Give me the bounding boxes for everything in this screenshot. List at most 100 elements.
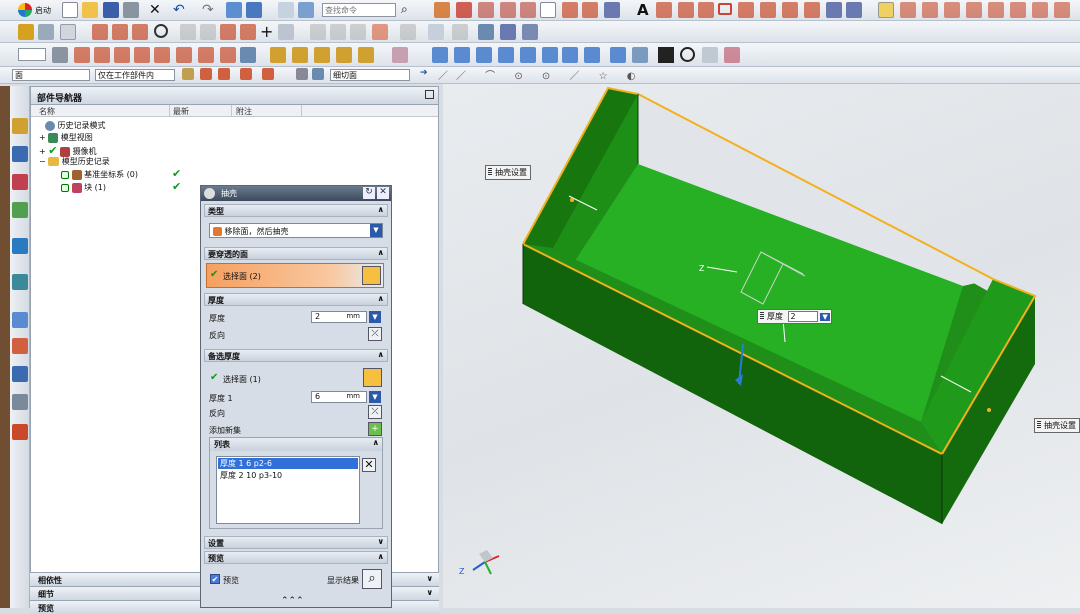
bridge-edge-icon[interactable] — [198, 47, 214, 63]
search-icon[interactable]: ⌕ — [401, 2, 408, 17]
preview-checkbox[interactable]: ✔ — [210, 574, 220, 584]
maximize-icon[interactable] — [425, 90, 434, 99]
line-tool-icon[interactable] — [656, 2, 672, 18]
list-item[interactable]: 厚度 2 10 p3-10 — [218, 470, 358, 481]
section-type[interactable]: 类型 ∧ — [204, 204, 388, 217]
tube-edge-icon[interactable] — [134, 47, 150, 63]
select-feature-icon[interactable] — [262, 68, 274, 80]
pattern-icon[interactable] — [604, 2, 620, 18]
alternate-solution-icon[interactable] — [522, 24, 538, 40]
chevron-down-icon[interactable]: ∨ — [427, 588, 434, 597]
list-item[interactable]: 厚度 1 6 p2-6 — [218, 458, 358, 469]
split-body-icon[interactable] — [584, 47, 600, 63]
arc-icon[interactable] — [478, 2, 494, 18]
app-logo-icon[interactable] — [18, 3, 32, 17]
layer-select[interactable] — [18, 48, 46, 61]
loop-draw-icon[interactable] — [1032, 2, 1048, 18]
save-icon[interactable] — [103, 2, 119, 18]
text-tool-icon[interactable]: A — [637, 1, 649, 19]
chevron-up-icon[interactable]: ∧ — [378, 248, 385, 257]
arc-tool-icon[interactable] — [678, 2, 694, 18]
cylinder-icon[interactable] — [292, 47, 308, 63]
corner-feature-icon[interactable] — [240, 24, 256, 40]
clock-icon[interactable] — [12, 312, 28, 328]
reuse-library-icon[interactable] — [12, 202, 28, 218]
undo-icon[interactable]: ↶ — [173, 2, 185, 18]
dimension-tool-icon[interactable] — [846, 2, 862, 18]
spline-icon[interactable] — [500, 2, 516, 18]
tree-row-datum-csys[interactable]: 基准坐标系 (0) — [61, 169, 138, 180]
shell-settings-tag-right[interactable]: 抽壳设置 — [1034, 418, 1080, 433]
expand-icon[interactable]: + — [39, 133, 46, 142]
alt-thickness-input[interactable]: 6 mm — [311, 391, 367, 403]
tree-row-history-mode[interactable]: 历史记录模式 — [45, 120, 106, 131]
chevron-up-icon[interactable]: ∧ — [378, 294, 385, 303]
trim-icon[interactable] — [562, 2, 578, 18]
type-filter-select[interactable]: 面 — [12, 69, 90, 81]
section-settings[interactable]: 设置 ∨ — [204, 536, 388, 549]
circle-view-icon[interactable] — [680, 47, 695, 62]
system-scene-icon[interactable] — [12, 394, 28, 410]
snap-point-icon[interactable]: ➔ — [420, 68, 428, 78]
cube-view-icon[interactable] — [226, 2, 242, 18]
draft-icon[interactable] — [498, 47, 514, 63]
direct-sketch-icon[interactable] — [60, 24, 76, 40]
circle-feature-icon[interactable] — [154, 24, 168, 38]
pattern-curve-icon[interactable] — [330, 24, 346, 40]
tree-row-model-views[interactable]: + 模型视图 — [39, 132, 93, 143]
thickness-onscreen-input[interactable]: 厚度 2 ▼ — [757, 309, 833, 324]
alt-select-label[interactable]: 选择面 (1) — [223, 374, 261, 385]
quick-trim-icon[interactable] — [372, 24, 388, 40]
new-file-icon[interactable] — [62, 2, 78, 18]
chevron-up-icon[interactable]: ∧ — [378, 205, 385, 214]
line-draw-icon[interactable] — [900, 2, 916, 18]
section-thickness[interactable]: 厚度 ∧ — [204, 293, 388, 306]
dialog-gear-icon[interactable] — [204, 188, 215, 199]
hole-icon[interactable] — [358, 47, 374, 63]
shell-model-svg[interactable] — [443, 84, 1080, 608]
alt-thickness-options-icon[interactable]: ▼ — [369, 391, 381, 403]
offset-tool-icon[interactable] — [760, 2, 776, 18]
offset-curve-icon[interactable] — [310, 24, 326, 40]
sketch-icon[interactable] — [434, 2, 450, 18]
thickness-input[interactable]: 2 mm — [311, 311, 367, 323]
chevron-down-icon[interactable]: ∨ — [378, 537, 385, 546]
column-note[interactable]: 附注 — [236, 106, 252, 117]
window-icon[interactable] — [278, 2, 294, 18]
extend-icon[interactable] — [582, 2, 598, 18]
circle-tool-icon[interactable] — [698, 2, 714, 18]
add-new-set-button[interactable]: + — [368, 422, 382, 436]
onscreen-thickness-value[interactable]: 2 — [787, 311, 818, 322]
filter-icon[interactable] — [182, 68, 194, 80]
web-browser-icon[interactable] — [12, 238, 28, 254]
point-add-icon[interactable]: + — [260, 22, 273, 41]
chamfer-icon[interactable] — [476, 47, 492, 63]
tree-row-block[interactable]: 块 (1) — [61, 182, 106, 193]
select-edges-icon[interactable] — [218, 68, 230, 80]
extrude-edge-icon[interactable] — [74, 47, 90, 63]
column-name[interactable]: 名称 — [39, 106, 55, 117]
trim-body-icon[interactable] — [220, 47, 236, 63]
profile-icon[interactable] — [92, 24, 108, 40]
boolean-icon[interactable] — [392, 47, 408, 63]
blend-icon[interactable] — [454, 47, 470, 63]
sketch-feature-icon[interactable] — [18, 24, 34, 40]
column-latest[interactable]: 最新 — [173, 106, 189, 117]
mirror-body-icon[interactable] — [610, 47, 626, 63]
delete-item-icon[interactable]: ✕ — [362, 458, 376, 472]
auto-constraint-icon[interactable] — [500, 24, 516, 40]
close-icon[interactable]: ✕ — [377, 187, 389, 199]
perp-draw-icon[interactable] — [966, 2, 982, 18]
close-icon[interactable]: ✕ — [149, 2, 161, 18]
checkbox-icon[interactable] — [61, 183, 69, 192]
reverse-direction-icon[interactable]: ⤫ — [368, 327, 382, 341]
scope-select[interactable]: 仅在工作部件内 — [95, 69, 175, 81]
shell-icon[interactable] — [432, 47, 448, 63]
mesh-edge-icon[interactable] — [176, 47, 192, 63]
alt-face-select-icon[interactable] — [363, 368, 382, 387]
expand-icon[interactable]: + — [39, 147, 46, 156]
shell-settings-tag-top[interactable]: 抽壳设置 — [485, 165, 531, 180]
alt-reverse-direction-icon[interactable]: ⤫ — [368, 405, 382, 419]
arc-feature-icon[interactable] — [132, 24, 148, 40]
mirror-curve-icon[interactable] — [350, 24, 366, 40]
